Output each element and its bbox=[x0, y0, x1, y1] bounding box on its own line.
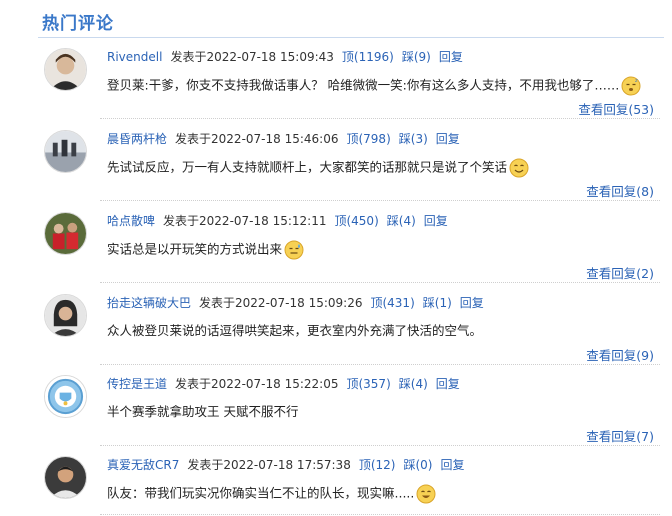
downvote-link[interactable]: 踩(1) bbox=[423, 296, 452, 310]
username-link[interactable]: 传控是王道 bbox=[107, 377, 167, 391]
comment-meta: 真爱无敌CR7 发表于2022-07-18 17:57:38 顶(12) 踩(0) 回复 bbox=[107, 457, 472, 473]
comment-text: 实话总是以开玩笑的方式说出来 bbox=[107, 241, 283, 257]
comment-item: 传控是王道 发表于2022-07-18 15:22:05 顶(357) 踩(4) 回复 … bbox=[0, 365, 672, 446]
upvote-link[interactable]: 顶(431) bbox=[370, 296, 414, 310]
comment-meta: 晨昏两杆枪 发表于2022-07-18 15:46:06 顶(798) 踩(3) 回复 bbox=[107, 131, 468, 147]
upvote-link[interactable]: 顶(450) bbox=[334, 214, 378, 228]
avatar[interactable] bbox=[44, 375, 87, 418]
comment-item: 晨昏两杆枪 发表于2022-07-18 15:46:06 顶(798) 踩(3) 回复 … bbox=[0, 120, 672, 201]
user-avatar-icon bbox=[45, 49, 86, 90]
downvote-link[interactable]: 踩(9) bbox=[402, 50, 431, 64]
posted-label: 发表于 bbox=[175, 132, 212, 146]
timestamp: 2022-07-18 15:12:11 bbox=[199, 214, 327, 228]
comment-text: 登贝莱:干爹，你支不支持我做话事人？ 哈维微微一笑:你有这么多人支持，不用我也够… bbox=[107, 77, 620, 93]
avatar[interactable] bbox=[44, 456, 87, 499]
user-avatar-icon bbox=[45, 457, 86, 498]
user-avatar-icon bbox=[45, 131, 86, 172]
sweat-emoji-icon bbox=[284, 240, 304, 260]
downvote-link[interactable]: 踩(0) bbox=[403, 458, 432, 472]
upvote-link[interactable]: 顶(1196) bbox=[342, 50, 394, 64]
timestamp: 2022-07-18 15:09:26 bbox=[235, 296, 363, 310]
comment-meta: 哈点散啤 发表于2022-07-18 15:12:11 顶(450) 踩(4) 回复 bbox=[107, 213, 456, 229]
posted-label: 发表于 bbox=[175, 377, 212, 391]
upvote-link[interactable]: 顶(357) bbox=[346, 377, 390, 391]
reply-link[interactable]: 回复 bbox=[439, 50, 463, 64]
posted-label: 发表于 bbox=[199, 296, 236, 310]
comment-body: 实话总是以开玩笑的方式说出来 bbox=[107, 240, 304, 260]
reply-link[interactable]: 回复 bbox=[436, 132, 460, 146]
view-replies-link[interactable]: 查看回复(7) bbox=[586, 426, 654, 445]
reply-link[interactable]: 回复 bbox=[440, 458, 464, 472]
club-crest-icon bbox=[45, 376, 86, 417]
upvote-link[interactable]: 顶(12) bbox=[359, 458, 396, 472]
user-avatar-icon bbox=[45, 213, 86, 254]
grin-emoji-icon bbox=[416, 484, 436, 504]
avatar[interactable] bbox=[44, 212, 87, 255]
username-link[interactable]: 哈点散啤 bbox=[107, 214, 155, 228]
comment-meta: Rivendell 发表于2022-07-18 15:09:43 顶(1196) 踩(… bbox=[107, 49, 471, 65]
username-link[interactable]: 真爱无敌CR7 bbox=[107, 458, 179, 472]
timestamp: 2022-07-18 15:22:05 bbox=[211, 377, 339, 391]
comment-meta: 抬走这辆破大巴 发表于2022-07-18 15:09:26 顶(431) 踩(1) 回… bbox=[107, 295, 492, 311]
username-link[interactable]: Rivendell bbox=[107, 50, 162, 64]
posted-label: 发表于 bbox=[163, 214, 200, 228]
user-avatar-icon bbox=[45, 295, 86, 336]
reply-link[interactable]: 回复 bbox=[436, 377, 460, 391]
hot-comments-header: 热门评论 bbox=[0, 0, 672, 38]
posted-label: 发表于 bbox=[187, 458, 224, 472]
downvote-link[interactable]: 踩(4) bbox=[399, 377, 428, 391]
comment-body: 半个赛季就拿助攻王 天赋不服不行 bbox=[107, 403, 298, 421]
posted-label: 发表于 bbox=[170, 50, 207, 64]
comment-item: 抬走这辆破大巴 发表于2022-07-18 15:09:26 顶(431) 踩(1) 回… bbox=[0, 284, 672, 365]
reply-link[interactable]: 回复 bbox=[424, 214, 448, 228]
reply-link[interactable]: 回复 bbox=[460, 296, 484, 310]
username-link[interactable]: 抬走这辆破大巴 bbox=[107, 296, 191, 310]
view-replies-link[interactable]: 查看回复(9) bbox=[586, 345, 654, 364]
avatar[interactable] bbox=[44, 294, 87, 337]
view-replies-link[interactable]: 查看回复(2) bbox=[586, 263, 654, 282]
timestamp: 2022-07-18 17:57:38 bbox=[223, 458, 351, 472]
view-replies-link[interactable]: 查看回复(53) bbox=[578, 99, 654, 118]
timestamp: 2022-07-18 15:46:06 bbox=[211, 132, 339, 146]
timestamp: 2022-07-18 15:09:43 bbox=[206, 50, 334, 64]
svg-text:z: z bbox=[635, 78, 638, 84]
avatar[interactable] bbox=[44, 48, 87, 91]
comment-text: 半个赛季就拿助攻王 天赋不服不行 bbox=[107, 404, 299, 419]
section-title: 热门评论 bbox=[42, 14, 114, 34]
view-replies-link[interactable]: 查看回复(8) bbox=[586, 181, 654, 200]
comment-text: 众人被登贝莱说的话逗得哄笑起来，更衣室内外充满了快活的空气。 bbox=[107, 323, 483, 338]
username-link[interactable]: 晨昏两杆枪 bbox=[107, 132, 167, 146]
downvote-link[interactable]: 踩(3) bbox=[399, 132, 428, 146]
smile-emoji-icon bbox=[509, 158, 529, 178]
comment-body: 众人被登贝莱说的话逗得哄笑起来，更衣室内外充满了快活的空气。 bbox=[107, 322, 482, 340]
comment-item: Rivendell 发表于2022-07-18 15:09:43 顶(1196) 踩(… bbox=[0, 38, 672, 119]
comment-body: 队友：带我们玩实况你确实当仁不让的队长，现实嘛..... bbox=[107, 484, 436, 504]
downvote-link[interactable]: 踩(4) bbox=[387, 214, 416, 228]
avatar[interactable] bbox=[44, 130, 87, 173]
comment-item: 哈点散啤 发表于2022-07-18 15:12:11 顶(450) 踩(4) 回复 实… bbox=[0, 202, 672, 283]
comment-meta: 传控是王道 发表于2022-07-18 15:22:05 顶(357) 踩(4) 回复 bbox=[107, 376, 468, 392]
comment-text: 先试试反应，万一有人支持就顺杆上，大家都笑的话那就只是说了个笑话 bbox=[107, 159, 508, 175]
comment-item: 真爱无敌CR7 发表于2022-07-18 17:57:38 顶(12) 踩(0) 回复… bbox=[0, 446, 672, 516]
comment-text: 队友：带我们玩实况你确实当仁不让的队长，现实嘛..... bbox=[107, 485, 415, 501]
sleepy-emoji-icon: z bbox=[621, 76, 641, 96]
upvote-link[interactable]: 顶(798) bbox=[346, 132, 390, 146]
comment-body: 先试试反应，万一有人支持就顺杆上，大家都笑的话那就只是说了个笑话 bbox=[107, 158, 529, 178]
comment-body: 登贝莱:干爹，你支不支持我做话事人？ 哈维微微一笑:你有这么多人支持，不用我也够… bbox=[107, 76, 641, 96]
